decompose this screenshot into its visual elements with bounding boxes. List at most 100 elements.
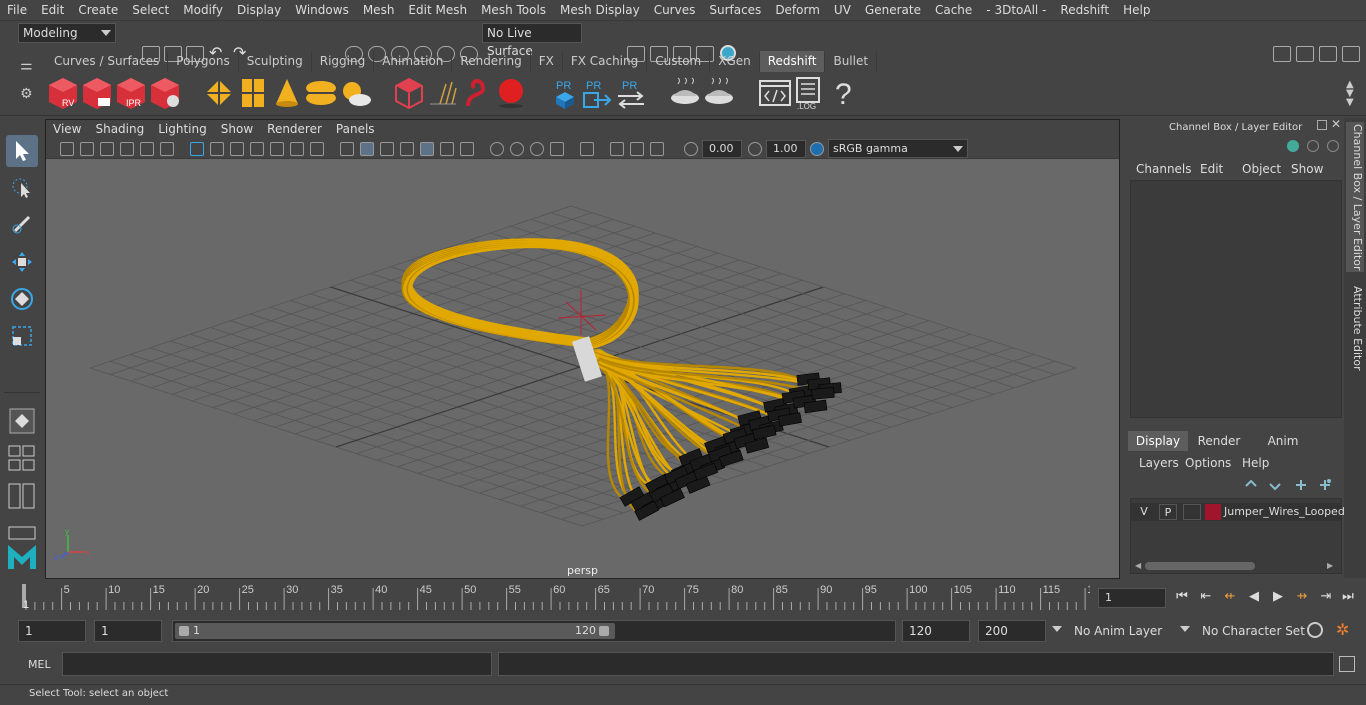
redshift-ipr-button[interactable]: IPR	[114, 76, 148, 110]
menu-uv[interactable]: UV	[827, 0, 858, 20]
menu-mesh-tools[interactable]: Mesh Tools	[474, 0, 553, 20]
channel-box-menu-show[interactable]: Show	[1291, 162, 1323, 176]
step-forward-frame-icon[interactable]: ⇸	[1294, 589, 1310, 605]
grid-toggle-icon[interactable]	[190, 142, 204, 156]
menu-select[interactable]: Select	[125, 0, 176, 20]
use-all-lights-icon[interactable]	[420, 142, 434, 156]
rotate-tool-icon[interactable]	[6, 283, 38, 315]
chevron-down-icon[interactable]	[1052, 626, 1062, 632]
color-management-icon[interactable]	[810, 142, 824, 156]
rs-material-cube-button[interactable]	[392, 76, 426, 110]
redshift-render-view-button[interactable]: RV	[46, 76, 80, 110]
color-space-dropdown[interactable]: sRGB gamma	[828, 139, 968, 158]
rs-light-button[interactable]	[270, 76, 304, 110]
single-perspective-layout-icon[interactable]	[6, 442, 38, 474]
channel-box-menu-edit[interactable]: Edit	[1200, 162, 1223, 176]
paint-select-tool-icon[interactable]	[6, 208, 38, 240]
side-tab-attribute-editor[interactable]: Attribute Editor	[1346, 278, 1364, 378]
shelf-tab-custom[interactable]: Custom	[647, 51, 711, 72]
animation-end-field[interactable]: 200	[978, 620, 1046, 642]
animation-start-field[interactable]: 1	[18, 620, 86, 642]
shelf-tab-polygons[interactable]: Polygons	[168, 51, 239, 72]
high-quality-icon[interactable]	[650, 142, 664, 156]
layer-row[interactable]: V P Jumper_Wires_Looped	[1131, 503, 1345, 521]
shelf-tab-rigging[interactable]: Rigging	[312, 51, 375, 72]
menu-edit[interactable]: Edit	[34, 0, 71, 20]
smooth-shade-icon[interactable]	[360, 142, 374, 156]
anim-layer-dropdown[interactable]: No Anim Layer	[1068, 620, 1176, 642]
menu-curves[interactable]: Curves	[647, 0, 703, 20]
range-end-knob[interactable]	[599, 626, 609, 636]
menu-cache[interactable]: Cache	[928, 0, 979, 20]
shelf-tab-bullet[interactable]: Bullet	[825, 51, 878, 72]
command-input[interactable]	[62, 652, 492, 676]
menu-create[interactable]: Create	[71, 0, 125, 20]
range-start-knob[interactable]	[179, 626, 189, 636]
channel-box-area[interactable]	[1130, 180, 1342, 418]
rs-proxy-button[interactable]	[202, 76, 236, 110]
layer-editor-menu-layers[interactable]: Layers	[1139, 456, 1179, 470]
exposure-icon[interactable]	[684, 142, 698, 156]
step-forward-key-icon[interactable]: ⇥	[1318, 589, 1334, 605]
xray-joints-icon[interactable]	[530, 142, 544, 156]
menu-3dtoall[interactable]: - 3DtoAll -	[979, 0, 1053, 20]
field-chart-icon[interactable]	[270, 142, 284, 156]
auto-key-toggle-icon[interactable]	[1307, 622, 1323, 638]
menu-mesh-display[interactable]: Mesh Display	[553, 0, 647, 20]
manipulator-icon[interactable]	[1327, 140, 1339, 152]
menu-generate[interactable]: Generate	[858, 0, 928, 20]
film-gate-icon[interactable]	[210, 142, 224, 156]
bookmark-icon[interactable]	[100, 142, 114, 156]
2d-pan-zoom-icon[interactable]	[140, 142, 154, 156]
menu-windows[interactable]: Windows	[288, 0, 356, 20]
pr-sync-button[interactable]: PR	[614, 76, 648, 110]
shelf-scroll-arrows-icon[interactable]: ▲ ▼ ▼	[1346, 80, 1354, 108]
select-camera-icon[interactable]	[580, 142, 594, 156]
redshift-batch-render-button[interactable]	[80, 76, 114, 110]
menu-help[interactable]: Help	[1116, 0, 1157, 20]
rs-sphere-button[interactable]	[494, 76, 528, 110]
move-tool-icon[interactable]	[6, 246, 38, 278]
resolution-gate-icon[interactable]	[230, 142, 244, 156]
layers-scroll-thumb[interactable]	[1145, 562, 1255, 570]
isolate-select-icon[interactable]	[490, 142, 504, 156]
viewport-menu-panels[interactable]: Panels	[329, 120, 382, 139]
float-panel-icon[interactable]	[1317, 120, 1327, 130]
channel-box-menu-channels[interactable]: Channels	[1136, 162, 1192, 176]
xray-components-icon[interactable]	[550, 142, 564, 156]
playback-end-field[interactable]: 120	[902, 620, 970, 642]
layer-options-icon[interactable]	[1287, 140, 1299, 152]
shelf-tab-animation[interactable]: Animation	[374, 51, 453, 72]
frame-all-icon[interactable]	[610, 142, 624, 156]
menu-mesh[interactable]: Mesh	[356, 0, 402, 20]
layer-editor-menu-options[interactable]: Options	[1185, 456, 1231, 470]
animation-preferences-icon[interactable]: ✲	[1336, 620, 1349, 639]
close-icon[interactable]: ✕	[1331, 117, 1341, 131]
side-tab-channel-box[interactable]: Channel Box / Layer Editor	[1346, 122, 1364, 272]
viewport-menu-shading[interactable]: Shading	[88, 120, 151, 139]
live-surface-field[interactable]: No Live Surface	[482, 23, 582, 58]
layers-hscrollbar[interactable]: ◀ ▶	[1135, 561, 1335, 571]
two-pane-layout-icon[interactable]	[6, 480, 38, 512]
menu-edit-mesh[interactable]: Edit Mesh	[401, 0, 474, 20]
shelf-settings-icon[interactable]: ⚙	[20, 86, 33, 102]
lasso-tool-icon[interactable]	[6, 172, 38, 204]
command-language-toggle[interactable]: MEL	[28, 658, 51, 671]
viewport-canvas[interactable]: x y z persp	[46, 160, 1119, 578]
redshift-render-settings-button[interactable]	[148, 76, 182, 110]
new-layer-icon[interactable]	[1294, 478, 1308, 492]
menu-redshift[interactable]: Redshift	[1053, 0, 1116, 20]
ambient-occlusion-icon[interactable]	[460, 142, 474, 156]
menu-deform[interactable]: Deform	[768, 0, 827, 20]
time-slider[interactable]: 5 10 15 20 25 30 35 40 45 50 55 60 65 70 75 80 85 90 95 100…	[18, 580, 1099, 612]
menu-display[interactable]: Display	[230, 0, 288, 20]
textured-icon[interactable]	[400, 142, 414, 156]
range-slider[interactable]: 1 120	[172, 620, 896, 642]
shelf-tab-curves-surfaces[interactable]: Curves / Surfaces	[46, 51, 169, 72]
chevron-down-icon[interactable]	[1180, 626, 1190, 632]
layer-color-swatch[interactable]	[1205, 504, 1221, 520]
wireframe-on-shaded-icon[interactable]	[380, 142, 394, 156]
move-layer-down-icon[interactable]	[1268, 478, 1282, 492]
rs-curve-button[interactable]	[460, 76, 494, 110]
layer-display-type-toggle[interactable]	[1183, 504, 1201, 520]
